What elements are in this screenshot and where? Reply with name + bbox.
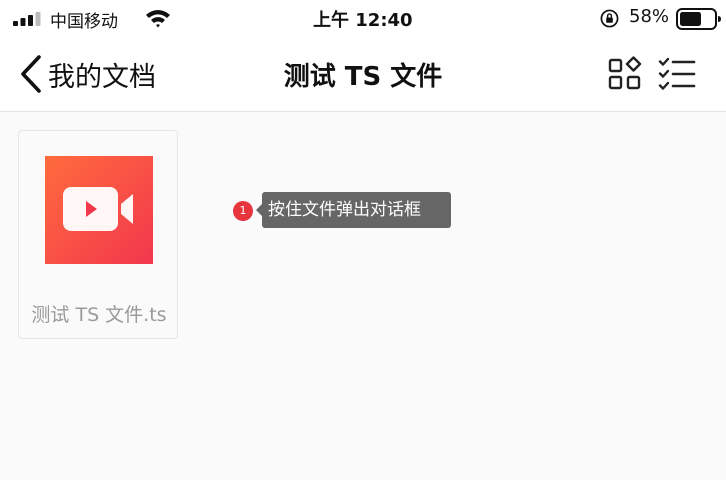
checklist-icon[interactable] — [658, 57, 696, 91]
back-button[interactable]: 我的文档 — [18, 54, 156, 94]
back-label: 我的文档 — [48, 61, 156, 93]
carrier-label: 中国移动 — [50, 12, 118, 32]
clock: 上午 12:40 — [313, 10, 413, 31]
battery-percent: 58% — [629, 6, 670, 27]
nav-bar: 我的文档 测试 TS 文件 — [0, 36, 726, 112]
file-name: 测试 TS 文件.ts — [31, 304, 167, 326]
signal-icon — [13, 12, 41, 26]
file-item[interactable]: 测试 TS 文件.ts — [18, 130, 178, 339]
status-bar: 中国移动 上午 12:40 58% — [0, 0, 726, 36]
grid-view-icon[interactable] — [608, 56, 642, 92]
file-thumbnail — [45, 156, 153, 264]
battery-icon — [676, 8, 721, 30]
tooltip: 按住文件弹出对话框 — [262, 192, 451, 228]
chevron-left-icon — [21, 55, 41, 93]
rotation-lock-icon — [600, 9, 619, 28]
video-icon — [63, 187, 133, 231]
wifi-icon — [146, 10, 170, 28]
tip-number-badge: 1 — [233, 201, 253, 221]
